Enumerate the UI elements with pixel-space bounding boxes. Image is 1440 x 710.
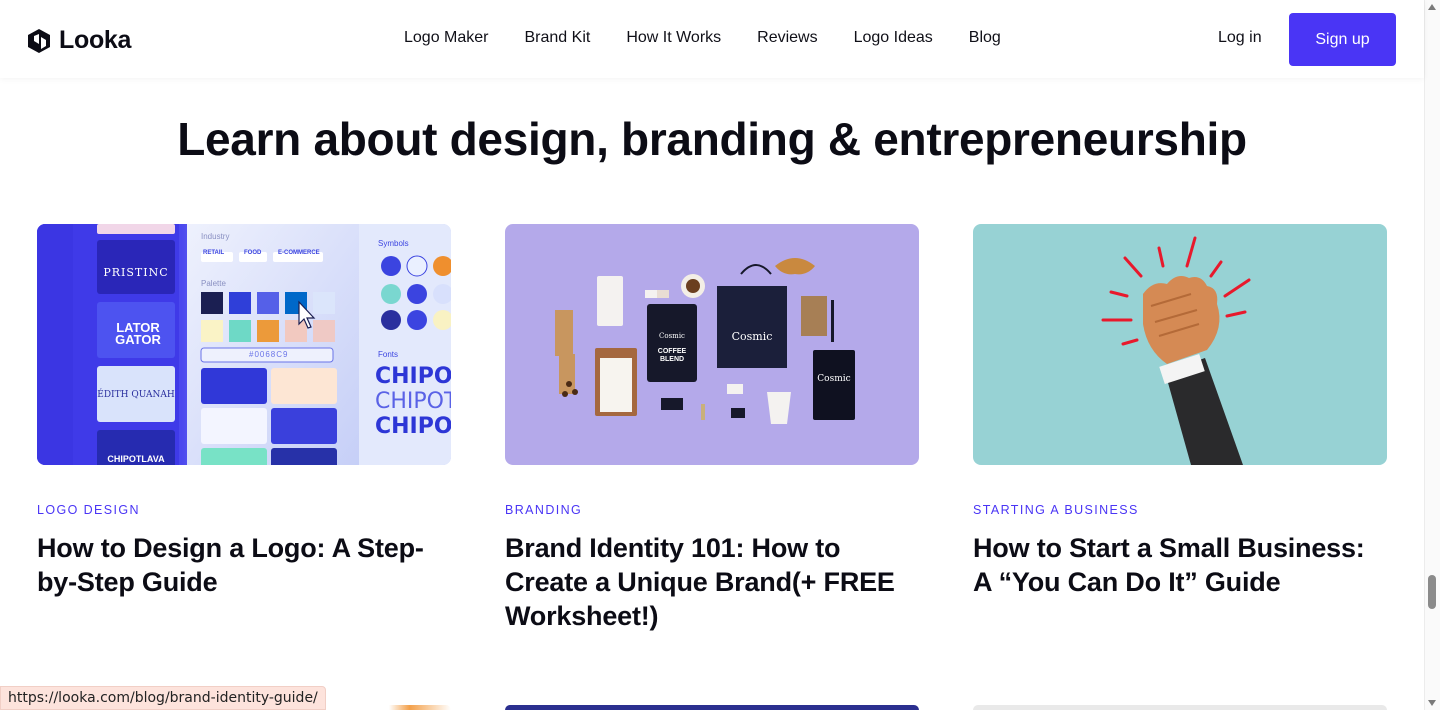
industry-tag: E-COMMERCE <box>278 250 320 256</box>
logo-name: ÉDITH QUANAH <box>97 390 175 400</box>
login-link[interactable]: Log in <box>1218 29 1262 47</box>
card-title[interactable]: How to Start a Small Business: A “You Ca… <box>973 531 1387 599</box>
brand-stationery-illustration <box>555 258 855 424</box>
nav-brand-kit[interactable]: Brand Kit <box>525 29 591 47</box>
nav-blog[interactable]: Blog <box>969 29 1001 47</box>
raised-fist-illustration <box>1101 236 1251 465</box>
logo-name: PRISTINC <box>103 266 169 279</box>
card-category[interactable]: BRANDING <box>505 503 919 517</box>
vertical-scrollbar[interactable] <box>1424 0 1440 710</box>
font-samples: CHIPOTL CHIPOTL CHIPOTL <box>375 364 451 439</box>
nav-how-it-works[interactable]: How It Works <box>626 29 721 47</box>
industry-tag: RETAIL <box>203 250 225 256</box>
card-category[interactable]: LOGO DESIGN <box>37 503 451 517</box>
nav-logo-ideas[interactable]: Logo Ideas <box>854 29 933 47</box>
nav-logo-maker[interactable]: Logo Maker <box>404 29 489 47</box>
bag-brand: Cosmic <box>659 332 685 340</box>
card-title[interactable]: How to Design a Logo: A Step-by-Step Gui… <box>37 531 451 599</box>
brand-name: Looka <box>59 26 132 54</box>
main-nav: Logo Maker Brand Kit How It Works Review… <box>404 29 1037 47</box>
scrollbar-thumb[interactable] <box>1428 575 1436 609</box>
fonts-label: Fonts <box>378 350 399 359</box>
symbols-label: Symbols <box>378 239 409 248</box>
tin-brand: Cosmic <box>817 374 851 384</box>
shopping-bag-brand: Cosmic <box>731 330 773 343</box>
nav-reviews[interactable]: Reviews <box>757 29 817 47</box>
card-title[interactable]: Brand Identity 101: How to Create a Uniq… <box>505 531 919 633</box>
looka-hexagon-icon <box>28 28 50 53</box>
logo-name: CHIPOTLAVA <box>107 454 165 464</box>
palette-label: Palette <box>201 279 226 288</box>
industry-label: Industry <box>201 232 230 241</box>
card-category[interactable]: STARTING A BUSINESS <box>973 503 1387 517</box>
font-sample-outline: CHIPOTL <box>375 414 451 439</box>
font-sample-bold: CHIPOTL <box>375 364 451 389</box>
chevron-down-icon[interactable] <box>1428 700 1436 706</box>
next-card-image[interactable] <box>505 705 919 710</box>
card-image[interactable] <box>973 224 1387 465</box>
site-header: Looka Logo Maker Brand Kit How It Works … <box>0 0 1424 78</box>
blog-card-logo-design[interactable]: Industry RETAIL FOOD E-COMMERCE Palette … <box>37 224 451 599</box>
brand-logo[interactable]: Looka <box>26 26 131 55</box>
card-image[interactable]: Cosmic COFFEE BLEND Cosmic Cosmic <box>505 224 919 465</box>
industry-tag: FOOD <box>244 250 262 256</box>
bag-product: COFFEE BLEND <box>657 348 687 363</box>
link-status-bar: https://looka.com/blog/brand-identity-gu… <box>0 686 326 710</box>
font-sample-light: CHIPOTL <box>375 389 451 414</box>
card-image[interactable]: Industry RETAIL FOOD E-COMMERCE Palette … <box>37 224 451 465</box>
blog-card-starting-business[interactable]: STARTING A BUSINESS How to Start a Small… <box>973 224 1387 599</box>
page-title: Learn about design, branding & entrepren… <box>177 113 1247 165</box>
next-card-image[interactable] <box>973 705 1387 710</box>
hex-value: #0068C9 <box>249 350 289 359</box>
blog-card-branding[interactable]: Cosmic COFFEE BLEND Cosmic Cosmic BRANDI… <box>505 224 919 633</box>
chevron-up-icon[interactable] <box>1428 4 1436 10</box>
signup-button[interactable]: Sign up <box>1289 13 1396 66</box>
logo-name: LATOR GATOR <box>115 320 161 347</box>
